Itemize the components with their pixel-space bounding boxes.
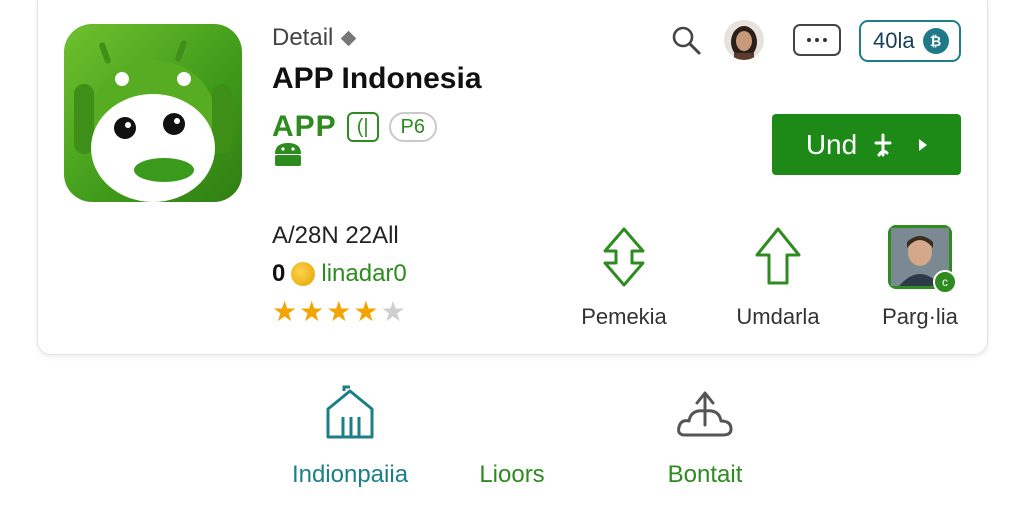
dot: [807, 38, 811, 42]
rating-count: 0: [272, 260, 286, 287]
developer-name[interactable]: APP: [272, 110, 337, 144]
coin-icon: [291, 262, 316, 286]
currency-icon: ₿: [922, 28, 949, 54]
breadcrumb-label: Detail: [272, 24, 334, 51]
star-rating: ★ ★ ★ ★ ★: [272, 298, 407, 326]
rating-label[interactable]: linadar0: [321, 260, 406, 288]
app-icon[interactable]: [64, 24, 242, 202]
action-label: Parg·lia: [882, 304, 958, 329]
action-label: Umdarla: [736, 304, 820, 329]
developer-row: APP (| P6: [272, 110, 438, 144]
bottom-navigation: Indionpaiia Lioors Bontait: [0, 385, 1024, 512]
points-value: 40la: [873, 28, 915, 53]
nav-item-lioors[interactable]: Lioors: [450, 461, 574, 489]
stats-summary: A/28N 22All: [272, 222, 399, 249]
cloud-upload-icon: [677, 391, 733, 437]
star-empty-icon: ★: [380, 296, 406, 327]
install-button[interactable]: Und: [772, 114, 961, 175]
nav-label: Bontait: [667, 461, 743, 488]
action-parglia[interactable]: c Parg·lia: [855, 222, 985, 330]
app-stats: A/28N 22All 0 linadar0 ★ ★ ★ ★ ★: [272, 222, 407, 326]
nav-label: Indionpaiia: [291, 461, 409, 488]
arrow-up-icon: [755, 227, 801, 285]
home-icon: [326, 385, 374, 439]
star-filled-icon: ★: [299, 296, 325, 327]
action-umdarla[interactable]: Umdarla: [713, 222, 843, 330]
nav-item-bontait[interactable]: Bontait: [640, 385, 770, 489]
install-glyph-icon: [874, 133, 892, 156]
chevron-right-icon: [919, 138, 928, 151]
content-rating-badge: P6: [388, 112, 438, 142]
install-label: Und: [805, 128, 858, 160]
android-icon: [275, 143, 301, 166]
app-title: APP Indonesia: [272, 62, 482, 95]
dot: [823, 38, 827, 42]
rating-row: 0 linadar0: [272, 260, 407, 288]
star-filled-icon: ★: [272, 296, 298, 327]
diamond-icon: [341, 30, 357, 46]
action-label: Pemekia: [581, 304, 667, 329]
category-badge: (|: [346, 112, 379, 142]
avatar-image: [724, 20, 764, 60]
star-filled-icon: ★: [353, 296, 379, 327]
star-filled-icon: ★: [326, 296, 352, 327]
avatar[interactable]: [724, 20, 764, 60]
dot: [815, 38, 819, 42]
action-pemekia[interactable]: Pemekia: [559, 222, 689, 330]
search-icon[interactable]: [668, 22, 704, 58]
breadcrumb[interactable]: Detail: [272, 24, 357, 52]
more-options-button[interactable]: [793, 24, 841, 56]
points-badge[interactable]: 40la ₿: [859, 20, 961, 62]
nav-label: Lioors: [479, 461, 545, 488]
person-thumbnail: c: [888, 225, 957, 294]
android-mascot-icon: [74, 40, 232, 202]
verified-badge-icon: c: [933, 270, 957, 294]
nav-item-home[interactable]: Indionpaiia: [270, 385, 430, 489]
arrow-up-down-icon: [603, 227, 645, 287]
